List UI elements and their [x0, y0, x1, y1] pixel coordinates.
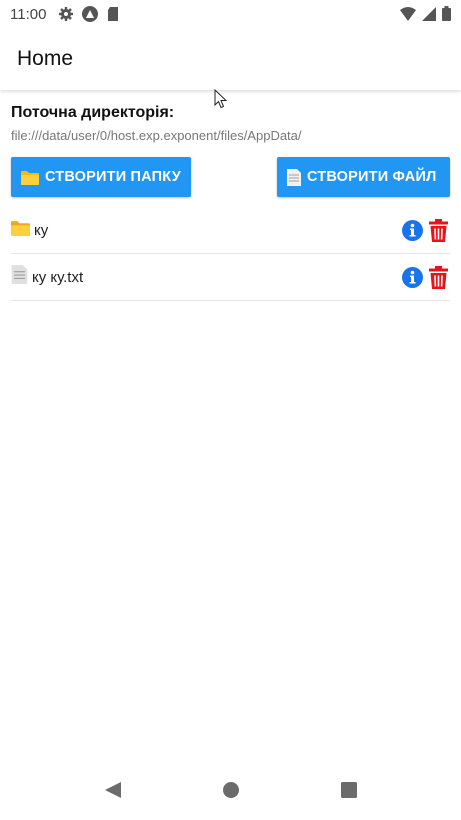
file-list: ку ку ку.txt — [11, 207, 450, 301]
item-actions — [402, 219, 448, 247]
status-time: 11:00 — [10, 5, 47, 23]
info-icon[interactable] — [402, 220, 423, 246]
main-content: Поточна директорія: file:///data/user/0/… — [11, 104, 450, 301]
folder-icon — [21, 170, 39, 185]
file-icon — [11, 265, 28, 289]
list-item[interactable]: ку ку.txt — [11, 254, 450, 301]
sd-card-icon — [106, 6, 122, 22]
info-icon[interactable] — [402, 267, 423, 293]
item-name: ку — [34, 221, 49, 239]
status-bar: 11:00 — [0, 0, 461, 28]
action-buttons: СТВОРИТИ ПАПКУ СТВОРИТИ ФАЙЛ — [11, 157, 450, 197]
item-actions — [402, 266, 448, 294]
recents-icon[interactable] — [340, 781, 358, 804]
create-folder-button[interactable]: СТВОРИТИ ПАПКУ — [11, 157, 191, 197]
react-icon — [82, 6, 99, 22]
page-title: Home — [17, 47, 74, 70]
create-file-button[interactable]: СТВОРИТИ ФАЙЛ — [277, 157, 450, 197]
battery-icon — [442, 6, 451, 25]
wifi-icon — [400, 6, 416, 25]
file-icon — [287, 168, 301, 186]
navigation-bar — [0, 764, 461, 820]
directory-path: file:///data/user/0/host.exp.exponent/fi… — [11, 128, 302, 143]
folder-icon — [11, 220, 30, 241]
directory-label: Поточна директорія: — [11, 104, 175, 121]
back-icon[interactable] — [104, 781, 122, 804]
trash-icon[interactable] — [429, 266, 448, 294]
signal-icon — [422, 6, 436, 25]
trash-icon[interactable] — [429, 219, 448, 247]
create-folder-label: СТВОРИТИ ПАПКУ — [45, 169, 181, 185]
create-file-label: СТВОРИТИ ФАЙЛ — [307, 169, 437, 185]
home-icon[interactable] — [222, 781, 240, 804]
gear-icon — [58, 6, 74, 22]
list-item[interactable]: ку — [11, 207, 450, 254]
item-name: ку ку.txt — [32, 268, 84, 286]
app-bar: Home — [0, 28, 461, 90]
